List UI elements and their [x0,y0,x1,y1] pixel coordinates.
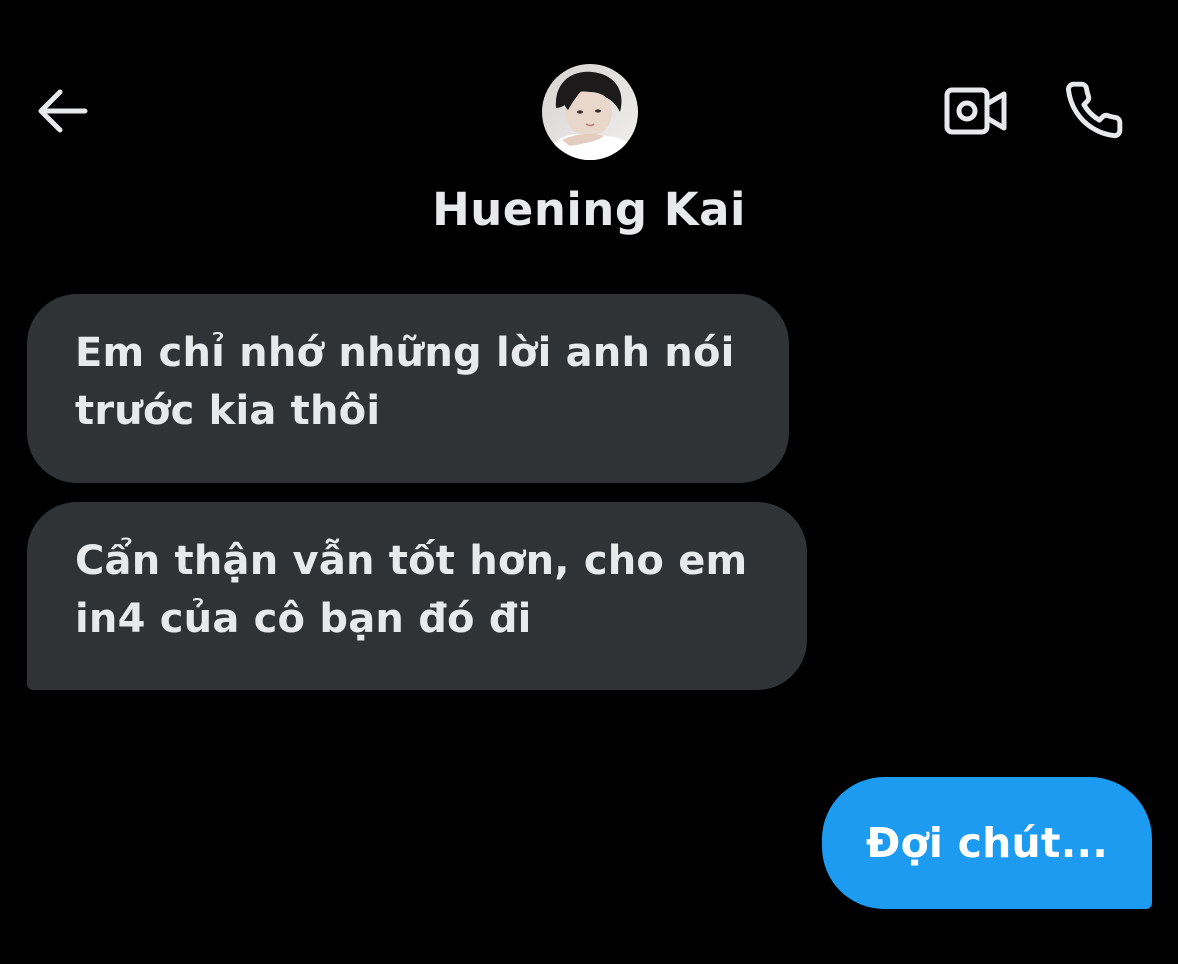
message-text-line: in4 của cô bạn đó đi [75,596,532,642]
voice-call-button[interactable] [1056,74,1132,146]
message-text-line: trước kia thôi [75,388,381,434]
video-camera-icon [944,87,1007,135]
avatar-photo [542,64,638,160]
contact-name[interactable]: Huening Kai [340,180,838,240]
message-bubble-incoming[interactable]: Em chỉ nhớ những lời anh nói trước kia t… [27,294,789,483]
avatar[interactable] [542,64,638,160]
arrow-left-icon [38,89,88,133]
message-text-line: Cẩn thận vẫn tốt hơn, cho em [75,538,748,584]
message-bubble-incoming[interactable]: Cẩn thận vẫn tốt hơn, cho em in4 của cô … [27,502,807,690]
message-text: Đợi chút... [865,819,1109,867]
back-button[interactable] [28,80,94,142]
video-call-button[interactable] [938,78,1014,144]
message-text-line: Em chỉ nhớ những lời anh nói [75,330,735,376]
phone-icon [1066,81,1123,139]
message-bubble-outgoing[interactable]: Đợi chút... [822,777,1152,909]
